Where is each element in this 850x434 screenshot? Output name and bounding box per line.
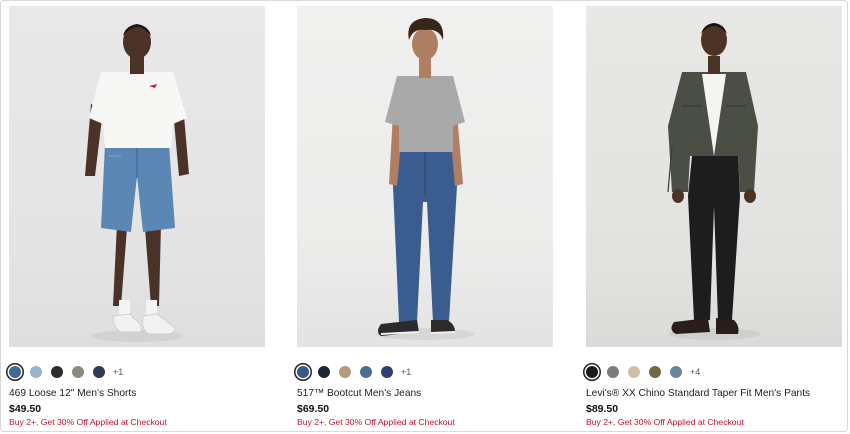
color-swatches: +4: [586, 364, 700, 380]
product-price: $89.50: [586, 403, 619, 415]
promo-text: Buy 2+, Get 30% Off Applied at Checkout: [297, 417, 455, 427]
color-swatch[interactable]: [339, 366, 351, 378]
color-swatch[interactable]: [93, 366, 105, 378]
product-card[interactable]: +1 469 Loose 12" Men's Shorts $49.50 Buy…: [9, 6, 265, 427]
more-colors-link[interactable]: +1: [113, 367, 123, 377]
promo-text: Buy 2+, Get 30% Off Applied at Checkout: [9, 417, 167, 427]
color-swatch[interactable]: [649, 366, 661, 378]
product-card[interactable]: +1 517™ Bootcut Men's Jeans $69.50 Buy 2…: [297, 6, 553, 427]
color-swatch[interactable]: [72, 366, 84, 378]
promo-text: Buy 2+, Get 30% Off Applied at Checkout: [586, 417, 744, 427]
product-photo-jeans: [375, 18, 475, 340]
product-photo-shorts: [85, 24, 189, 342]
color-swatch[interactable]: [586, 366, 598, 378]
product-photo-chinos: [667, 23, 760, 340]
color-swatch[interactable]: [607, 366, 619, 378]
product-image[interactable]: [586, 6, 842, 347]
product-image[interactable]: [9, 6, 265, 347]
more-colors-link[interactable]: +4: [690, 367, 700, 377]
product-price: $49.50: [9, 403, 42, 415]
product-price: $69.50: [297, 403, 330, 415]
product-image[interactable]: [297, 6, 553, 347]
color-swatches: +1: [9, 364, 123, 380]
more-colors-link[interactable]: +1: [401, 367, 411, 377]
color-swatch[interactable]: [30, 366, 42, 378]
color-swatch[interactable]: [9, 366, 21, 378]
color-swatch[interactable]: [360, 366, 372, 378]
color-swatch[interactable]: [51, 366, 63, 378]
color-swatch[interactable]: [318, 366, 330, 378]
color-swatch[interactable]: [670, 366, 682, 378]
product-grid: +1 469 Loose 12" Men's Shorts $49.50 Buy…: [0, 0, 850, 434]
color-swatch[interactable]: [297, 366, 309, 378]
color-swatch[interactable]: [381, 366, 393, 378]
product-name-link[interactable]: Levi's® XX Chino Standard Taper Fit Men'…: [586, 388, 810, 399]
product-card[interactable]: +4 Levi's® XX Chino Standard Taper Fit M…: [586, 6, 842, 427]
color-swatches: +1: [297, 364, 411, 380]
color-swatch[interactable]: [628, 366, 640, 378]
product-name-link[interactable]: 517™ Bootcut Men's Jeans: [297, 388, 421, 399]
product-name-link[interactable]: 469 Loose 12" Men's Shorts: [9, 388, 136, 399]
